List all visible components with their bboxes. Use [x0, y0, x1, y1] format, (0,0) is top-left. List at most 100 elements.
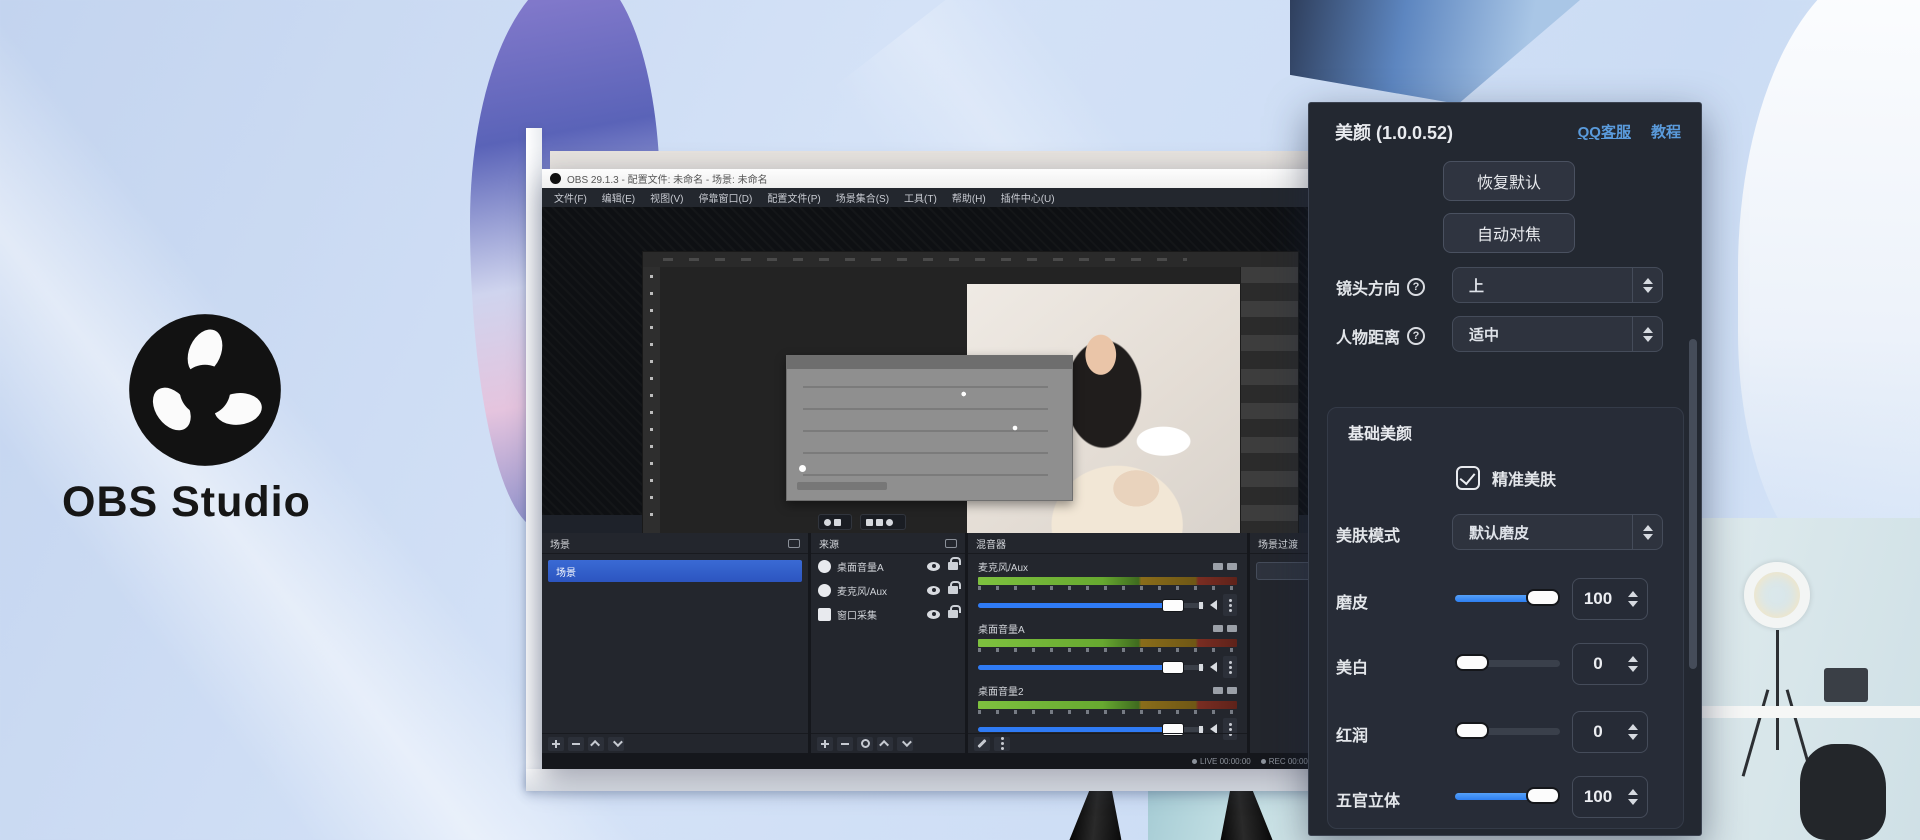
face-3d-spinbox[interactable]: 100 — [1572, 776, 1648, 818]
menu-view[interactable]: 视图(V) — [650, 190, 683, 205]
channel-mini-icons[interactable] — [1213, 625, 1237, 632]
chevron-down-icon[interactable] — [1628, 734, 1638, 740]
lock-icon[interactable] — [948, 586, 958, 594]
chevron-up-icon[interactable] — [1628, 789, 1638, 795]
menu-plugin-center[interactable]: 插件中心(U) — [1001, 190, 1055, 205]
speaker-icon[interactable] — [1210, 600, 1217, 610]
remove-scene-button[interactable] — [568, 737, 584, 751]
menu-tools[interactable]: 工具(T) — [904, 190, 937, 205]
chevron-up-icon[interactable] — [1628, 591, 1638, 597]
menu-scene-collection[interactable]: 场景集合(S) — [836, 190, 889, 205]
source-up-button[interactable] — [877, 737, 893, 751]
mixer-menu-button[interactable] — [994, 737, 1010, 751]
channel-mini-icons[interactable] — [1213, 687, 1237, 694]
add-source-button[interactable] — [817, 737, 833, 751]
autofocus-button[interactable]: 自动对焦 — [1443, 213, 1575, 253]
scene-down-button[interactable] — [608, 737, 624, 751]
volume-slider[interactable] — [978, 603, 1204, 608]
menu-docks[interactable]: 停靠窗口(D) — [698, 190, 752, 205]
menu-profile[interactable]: 配置文件(P) — [767, 190, 820, 205]
volume-slider-handle[interactable] — [1162, 661, 1184, 674]
chevron-up-icon — [1643, 525, 1653, 531]
face-3d-slider[interactable] — [1455, 793, 1560, 800]
restore-defaults-button[interactable]: 恢复默认 — [1443, 161, 1575, 201]
monitor-bezel — [526, 128, 542, 790]
chevron-up-icon[interactable] — [1628, 656, 1638, 662]
rosy-slider[interactable] — [1455, 728, 1560, 735]
tripod-shape — [1742, 689, 1770, 776]
select-spinner[interactable] — [1632, 268, 1662, 302]
channel-menu-button[interactable] — [1223, 594, 1237, 616]
whitening-value: 0 — [1573, 654, 1623, 674]
meter-ticks — [978, 648, 1237, 652]
visibility-eye-icon[interactable] — [927, 586, 940, 595]
channel-menu-button[interactable] — [1223, 656, 1237, 678]
qq-support-link[interactable]: QQ客服 — [1578, 121, 1631, 142]
sources-dock-title: 来源 — [819, 536, 839, 551]
slider-handle[interactable] — [1526, 589, 1560, 606]
whitening-slider[interactable] — [1455, 660, 1560, 667]
slider-handle[interactable] — [1526, 787, 1560, 804]
beauty-quick-button[interactable] — [818, 514, 852, 530]
person-distance-select[interactable]: 适中 — [1452, 316, 1663, 352]
lock-icon[interactable] — [948, 562, 958, 570]
source-properties-button[interactable] — [857, 737, 873, 751]
dock-options-icon[interactable] — [788, 539, 800, 548]
select-spinner[interactable] — [1632, 317, 1662, 351]
chevron-down-icon[interactable] — [1628, 799, 1638, 805]
rosy-spinbox[interactable]: 0 — [1572, 711, 1648, 753]
checkbox-checked[interactable] — [1456, 466, 1480, 490]
source-down-button[interactable] — [897, 737, 913, 751]
visibility-eye-icon[interactable] — [927, 610, 940, 619]
volume-slider[interactable] — [978, 665, 1204, 670]
panel-scrollbar[interactable] — [1689, 339, 1697, 669]
speaker-icon[interactable] — [1210, 662, 1217, 672]
mixer-dock-header[interactable]: 混音器 — [968, 533, 1247, 554]
whitening-spinbox[interactable]: 0 — [1572, 643, 1648, 685]
lock-icon[interactable] — [948, 610, 958, 618]
chevron-down-icon[interactable] — [1628, 601, 1638, 607]
slider-handle[interactable] — [1455, 654, 1489, 671]
mixer-channel: 麦克风/Aux — [968, 554, 1247, 616]
add-scene-button[interactable] — [548, 737, 564, 751]
precise-skin-label: 精准美肤 — [1492, 466, 1556, 490]
monitor-bezel — [526, 769, 1348, 791]
channel-mini-icons[interactable] — [1213, 563, 1237, 570]
live-icon — [1192, 759, 1197, 764]
tutorial-link[interactable]: 教程 — [1651, 121, 1681, 142]
skin-mode-select[interactable]: 默认磨皮 — [1452, 514, 1663, 550]
scenes-dock-header[interactable]: 场景 — [542, 533, 808, 554]
slider-handle[interactable] — [1455, 722, 1489, 739]
sources-dock-header[interactable]: 来源 — [811, 533, 965, 554]
help-icon[interactable]: ? — [1407, 327, 1425, 345]
beauty-panel: 美颜 (1.0.0.52) QQ客服 教程 恢复默认 自动对焦 镜头方向 ? 上… — [1308, 102, 1702, 836]
mixer-edit-button[interactable] — [974, 737, 990, 751]
remove-source-button[interactable] — [837, 737, 853, 751]
chevron-up-icon[interactable] — [1628, 724, 1638, 730]
smoothing-slider[interactable] — [1455, 595, 1560, 602]
smoothing-spinbox[interactable]: 100 — [1572, 578, 1648, 620]
source-row[interactable]: 麦克风/Aux — [811, 578, 965, 602]
precise-skin-checkbox-row[interactable]: 精准美肤 — [1456, 466, 1556, 490]
dock-options-icon[interactable] — [945, 539, 957, 548]
source-row[interactable]: 窗口采集 — [811, 602, 965, 626]
chevron-down-icon — [612, 737, 622, 747]
menu-edit[interactable]: 编辑(E) — [602, 190, 635, 205]
camera-direction-select[interactable]: 上 — [1452, 267, 1663, 303]
obs-preview-area[interactable] — [542, 207, 1348, 515]
menu-file[interactable]: 文件(F) — [554, 190, 587, 205]
source-row[interactable]: 桌面音量A — [811, 554, 965, 578]
volume-meter — [978, 701, 1237, 709]
scene-list-item[interactable]: 场景 — [548, 560, 802, 582]
filter-quick-button[interactable] — [860, 514, 906, 530]
obs-titlebar[interactable]: OBS 29.1.3 - 配置文件: 未命名 - 场景: 未命名 — [542, 169, 1348, 188]
sources-toolbar — [811, 733, 965, 753]
menu-help[interactable]: 帮助(H) — [952, 190, 986, 205]
chevron-down-icon[interactable] — [1628, 666, 1638, 672]
volume-slider-handle[interactable] — [1162, 599, 1184, 612]
help-icon[interactable]: ? — [1407, 278, 1425, 296]
select-spinner[interactable] — [1632, 515, 1662, 549]
scene-up-button[interactable] — [588, 737, 604, 751]
visibility-eye-icon[interactable] — [927, 562, 940, 571]
volume-slider[interactable] — [978, 727, 1204, 732]
